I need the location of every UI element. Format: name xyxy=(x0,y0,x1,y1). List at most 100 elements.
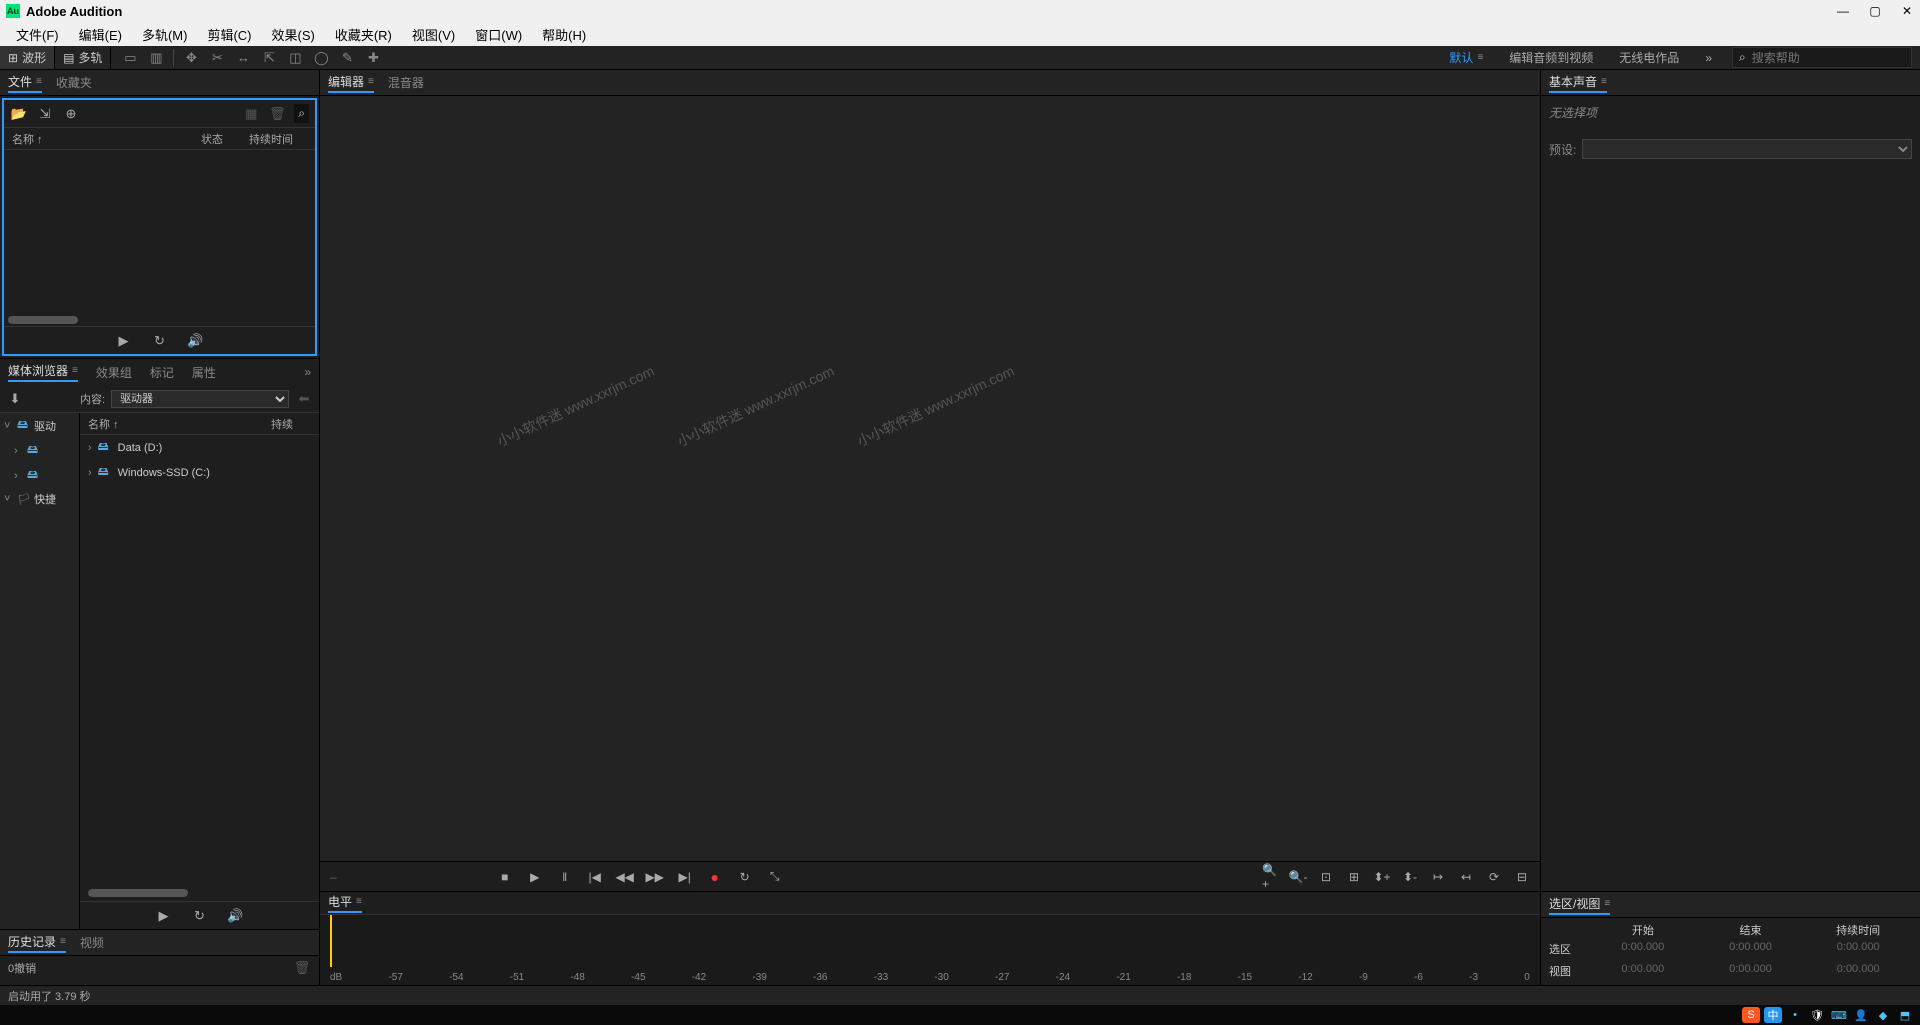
zoom-out-icon[interactable]: 🔍- xyxy=(1290,869,1306,885)
col-duration[interactable]: 持续时间 xyxy=(249,131,307,147)
play-button[interactable]: ▶ xyxy=(155,908,173,924)
list-item[interactable]: ›🖴Data (D:) xyxy=(80,435,319,460)
scrollbar[interactable] xyxy=(88,889,188,897)
view-dur[interactable]: 0:00.000 xyxy=(1804,963,1912,979)
slip-tool-icon[interactable]: ↔ xyxy=(234,49,252,67)
new-file-icon[interactable]: ⊕ xyxy=(62,106,80,122)
tab-mixer[interactable]: 混音器 xyxy=(388,74,424,91)
tab-video[interactable]: 视频 xyxy=(80,934,104,951)
delete-icon[interactable]: 🗑 xyxy=(268,106,286,122)
play-button[interactable]: ▶ xyxy=(527,869,543,885)
list-item[interactable]: ›🖴Windows-SSD (C:) xyxy=(80,460,319,485)
col-name[interactable]: 名称 ↑ xyxy=(12,131,201,147)
import-icon[interactable]: ⇲ xyxy=(36,106,54,122)
loop-icon[interactable]: ↻ xyxy=(191,908,209,924)
time-tool-icon[interactable]: ⇱ xyxy=(260,49,278,67)
tab-files[interactable]: 文件 ≡ xyxy=(8,73,42,93)
tab-markers[interactable]: 标记 xyxy=(150,364,174,381)
tab-essential-sound[interactable]: 基本声音 ≡ xyxy=(1549,73,1607,93)
menu-edit[interactable]: 编辑(E) xyxy=(69,23,132,46)
tree-drive-d[interactable]: ›🖴 xyxy=(0,438,79,463)
menu-favorites[interactable]: 收藏夹(R) xyxy=(325,23,402,46)
search-help-input[interactable] xyxy=(1752,51,1905,65)
move-tool-icon[interactable]: ✥ xyxy=(182,49,200,67)
rewind-button[interactable]: ◀◀ xyxy=(617,869,633,885)
brush-tool-icon[interactable]: ✎ xyxy=(338,49,356,67)
tab-levels[interactable]: 电平 ≡ xyxy=(328,893,362,913)
tab-editor[interactable]: 编辑器 ≡ xyxy=(328,73,374,93)
zoom-full-icon[interactable]: ⊡ xyxy=(1318,869,1334,885)
back-icon[interactable]: ⬅ xyxy=(295,391,313,407)
loop-icon[interactable]: ↻ xyxy=(151,333,169,349)
tray-defender-icon[interactable]: 🛡 xyxy=(1808,1007,1826,1023)
zoom-sel-icon[interactable]: ⊞ xyxy=(1346,869,1362,885)
menu-effects[interactable]: 效果(S) xyxy=(262,23,325,46)
autoplay-icon[interactable]: 🔊 xyxy=(227,908,245,924)
scrollbar[interactable] xyxy=(8,316,78,324)
menu-view[interactable]: 视图(V) xyxy=(402,23,465,46)
menu-help[interactable]: 帮助(H) xyxy=(532,23,596,46)
marquee-tool-icon[interactable]: ◫ xyxy=(286,49,304,67)
editor-canvas[interactable]: 小小软件迷 www.xxrjm.com 小小软件迷 www.xxrjm.com … xyxy=(320,96,1540,861)
record-button[interactable]: ● xyxy=(707,869,723,885)
tab-effects-rack[interactable]: 效果组 xyxy=(96,364,132,381)
tree-drive-c[interactable]: ›🖴 xyxy=(0,463,79,488)
tool-2-icon[interactable]: ▥ xyxy=(147,49,165,67)
zoom-in-icon[interactable]: 🔍+ xyxy=(1262,869,1278,885)
mode-multitrack-button[interactable]: ▤ 多轨 xyxy=(55,46,111,69)
tool-1-icon[interactable]: ▭ xyxy=(121,49,139,67)
razor-tool-icon[interactable]: ✂ xyxy=(208,49,226,67)
zoom-out-point-icon[interactable]: ↤ xyxy=(1458,869,1474,885)
pause-button[interactable]: ‖ xyxy=(557,869,573,885)
tree-shortcuts[interactable]: ˅🏳快捷 xyxy=(0,488,79,510)
autoplay-icon[interactable]: 🔊 xyxy=(187,333,205,349)
tree-drives[interactable]: ˅🖴驱动 xyxy=(0,413,79,438)
tab-history[interactable]: 历史记录 ≡ xyxy=(8,933,66,953)
workspace-edit-audio[interactable]: 编辑音频到视频 xyxy=(1503,47,1599,68)
view-start[interactable]: 0:00.000 xyxy=(1589,963,1697,979)
workspace-radio[interactable]: 无线电作品 xyxy=(1613,47,1685,68)
tab-properties[interactable]: 属性 xyxy=(192,364,216,381)
go-start-button[interactable]: |◀ xyxy=(587,869,603,885)
search-help-box[interactable]: ⌕ xyxy=(1732,47,1912,68)
tray-keyboard-icon[interactable]: ⌨ xyxy=(1830,1007,1848,1023)
close-file-icon[interactable]: ▦ xyxy=(242,106,260,122)
menu-window[interactable]: 窗口(W) xyxy=(465,23,532,46)
stop-button[interactable]: ■ xyxy=(497,869,513,885)
maximize-button[interactable]: ▢ xyxy=(1868,4,1882,18)
tray-dot-icon[interactable]: • xyxy=(1786,1007,1804,1023)
menu-clip[interactable]: 剪辑(C) xyxy=(197,23,261,46)
list-col-name[interactable]: 名称 ↑ xyxy=(88,416,271,432)
forward-button[interactable]: ▶▶ xyxy=(647,869,663,885)
zoom-v-out-icon[interactable]: ⬍- xyxy=(1402,869,1418,885)
menu-file[interactable]: 文件(F) xyxy=(6,23,69,46)
loop-button[interactable]: ↻ xyxy=(737,869,753,885)
preset-dropdown[interactable] xyxy=(1582,139,1912,159)
go-end-button[interactable]: ▶| xyxy=(677,869,693,885)
tray-user-icon[interactable]: 👤 xyxy=(1852,1007,1870,1023)
zoom-in-point-icon[interactable]: ↦ xyxy=(1430,869,1446,885)
tab-selection-view[interactable]: 选区/视图 ≡ xyxy=(1549,895,1610,915)
tab-more[interactable]: » xyxy=(304,365,311,379)
ime-lang-icon[interactable]: 中 xyxy=(1764,1007,1782,1023)
sogou-ime-icon[interactable]: S xyxy=(1742,1007,1760,1023)
files-search[interactable]: ⌕ xyxy=(294,104,309,123)
refresh-icon[interactable]: ⟳ xyxy=(1486,869,1502,885)
mode-waveform-button[interactable]: ⊞ 波形 xyxy=(0,46,55,69)
content-dropdown[interactable]: 驱动器 xyxy=(111,390,289,408)
col-status[interactable]: 状态 xyxy=(201,131,249,147)
play-button[interactable]: ▶ xyxy=(115,333,133,349)
open-file-icon[interactable]: 📂 xyxy=(10,106,28,122)
shortcut-icon[interactable]: ⬇ xyxy=(6,391,24,407)
tab-media-browser[interactable]: 媒体浏览器 ≡ xyxy=(8,362,78,382)
list-col-duration[interactable]: 持续 xyxy=(271,416,311,432)
heal-tool-icon[interactable]: ✚ xyxy=(364,49,382,67)
sel-dur[interactable]: 0:00.000 xyxy=(1804,941,1912,957)
sel-end[interactable]: 0:00.000 xyxy=(1697,941,1805,957)
lasso-tool-icon[interactable]: ◯ xyxy=(312,49,330,67)
close-button[interactable]: ✕ xyxy=(1900,4,1914,18)
menu-multitrack[interactable]: 多轨(M) xyxy=(132,23,198,46)
zoom-reset-icon[interactable]: ⊟ xyxy=(1514,869,1530,885)
tray-app-icon[interactable]: ◆ xyxy=(1874,1007,1892,1023)
skip-selection-button[interactable]: ⤡ xyxy=(767,869,783,885)
